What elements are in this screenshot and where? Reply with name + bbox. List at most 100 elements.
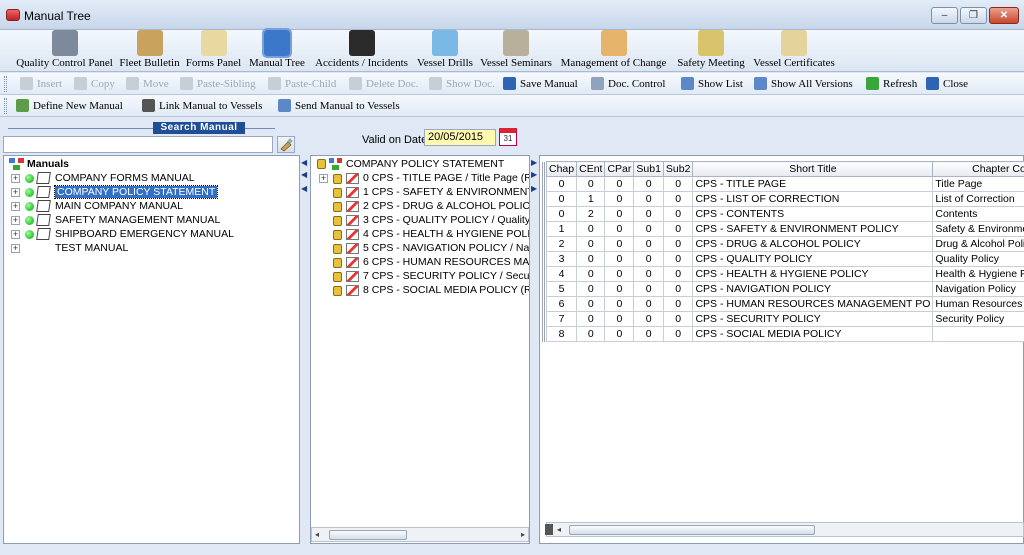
ribbon-fleet-bulletin-button[interactable]: Fleet Bulletin (118, 30, 181, 72)
table-row[interactable]: 0 2 0 0 0 CPS - CONTENTS Contents (546, 206, 1024, 222)
table-cell[interactable]: 6 (546, 296, 578, 312)
doc-tree-item[interactable]: 8 CPS - SOCIAL MEDIA POLICY (Rev.1 (363, 283, 529, 297)
tree-expander[interactable]: + (11, 244, 20, 253)
table-cell[interactable]: 0 (576, 311, 606, 327)
table-cell[interactable]: 0 (576, 266, 606, 282)
table-cell[interactable]: Human Resources Manag (932, 296, 1024, 312)
table-cell[interactable]: Contents (932, 206, 1024, 222)
define-new-manual-button[interactable]: Define New Manual (16, 98, 156, 114)
collapse-left-arrow[interactable]: ◀ (301, 170, 307, 179)
ribbon-forms-panel-button[interactable]: Forms Panel (184, 30, 243, 72)
scroll-left-arrow[interactable]: ◂ (313, 530, 321, 540)
table-cell[interactable]: 0 (576, 221, 606, 237)
ribbon-vessel-drills-button[interactable]: Vessel Drills (415, 30, 475, 72)
table-cell[interactable]: CPS - NAVIGATION POLICY (692, 281, 934, 297)
scroll-thumb[interactable] (329, 530, 407, 540)
show-all-versions-button[interactable]: Show All Versions (754, 76, 854, 92)
collapse-left-arrow[interactable]: ◀ (301, 158, 307, 167)
table-cell[interactable]: 0 (633, 266, 664, 282)
close-button[interactable]: Close (926, 76, 1024, 92)
manual-tree-item[interactable]: MAIN COMPANY MANUAL (55, 199, 183, 213)
table-row[interactable]: 8 0 0 0 0 CPS - SOCIAL MEDIA POLICY (546, 326, 1024, 342)
doc-tree-item[interactable]: 6 CPS - HUMAN RESOURCES MANAG (363, 255, 529, 269)
table-cell[interactable]: 0 (662, 281, 694, 297)
valid-date-input[interactable]: 20/05/2015 (424, 129, 496, 146)
doc-tree-item[interactable]: 5 CPS - NAVIGATION POLICY / Naviga (363, 241, 529, 255)
scroll-right-arrow[interactable]: ▸ (519, 530, 527, 540)
table-row[interactable]: 0 1 0 0 0 CPS - LIST OF CORRECTION List of Cor… (546, 191, 1024, 207)
table-cell[interactable]: 3 (546, 251, 578, 267)
table-cell[interactable]: 0 (604, 266, 635, 282)
tree-expander[interactable]: + (11, 216, 20, 225)
ribbon-quality-control-panel-button[interactable]: Quality Control Panel (13, 30, 116, 72)
grid-column-header[interactable]: Sub1 (633, 161, 664, 177)
collapse-left-arrow[interactable]: ◀ (301, 184, 307, 193)
table-cell[interactable]: Drug & Alcohol Policy (932, 236, 1024, 252)
tree-expander[interactable]: + (11, 202, 20, 211)
table-cell[interactable]: 2 (546, 236, 578, 252)
table-cell[interactable]: 0 (604, 191, 635, 207)
ribbon-safety-meeting-button[interactable]: Safety Meeting (674, 30, 748, 72)
doc-tree-item[interactable]: 0 CPS - TITLE PAGE / Title Page (Rev (363, 171, 529, 185)
table-cell[interactable]: 0 (633, 221, 664, 237)
table-row[interactable]: 3 0 0 0 0 CPS - QUALITY POLICY Quality Policy (546, 251, 1024, 267)
manuals-root-label[interactable]: Manuals (27, 157, 69, 171)
table-cell[interactable]: 0 (604, 296, 635, 312)
table-cell[interactable]: 0 (576, 281, 606, 297)
ribbon-vessel-certificates-button[interactable]: Vessel Certificates (751, 30, 837, 72)
manual-tree-item[interactable]: SAFETY MANAGEMENT MANUAL (55, 213, 220, 227)
table-row[interactable]: 4 0 0 0 0 CPS - HEALTH & HYGIENE POLICY Health… (546, 266, 1024, 282)
table-cell[interactable]: CPS - DRUG & ALCOHOL POLICY (692, 236, 934, 252)
table-cell[interactable]: 0 (662, 266, 694, 282)
manual-tree-item[interactable]: COMPANY FORMS MANUAL (55, 171, 195, 185)
table-cell[interactable]: CPS - SAFETY & ENVIRONMENT POLICY (692, 221, 934, 237)
table-cell[interactable]: 0 (604, 281, 635, 297)
table-cell[interactable]: 0 (633, 176, 664, 192)
grid-column-header[interactable]: CEnt (576, 161, 606, 177)
table-cell[interactable]: 0 (604, 326, 635, 342)
grid-column-header[interactable]: Chapter Co (932, 161, 1024, 177)
table-cell[interactable]: 4 (546, 266, 578, 282)
table-cell[interactable]: 1 (546, 221, 578, 237)
table-cell[interactable]: 0 (546, 191, 578, 207)
toolbar-grip[interactable] (4, 98, 7, 114)
grid-column-header[interactable]: CPar (604, 161, 635, 177)
table-cell[interactable]: 0 (576, 296, 606, 312)
search-input[interactable] (3, 136, 273, 153)
collapse-middle-arrow[interactable]: ▶ (531, 158, 537, 167)
table-row[interactable]: 0 0 0 0 0 CPS - TITLE PAGE Title Page (546, 176, 1024, 192)
table-cell[interactable]: CPS - TITLE PAGE (692, 176, 934, 192)
grid-splitter[interactable] (542, 162, 545, 342)
table-cell[interactable]: CPS - QUALITY POLICY (692, 251, 934, 267)
table-cell[interactable]: 0 (604, 206, 635, 222)
collapse-middle-arrow[interactable]: ▶ (531, 170, 537, 179)
table-cell[interactable]: 0 (662, 251, 694, 267)
table-row[interactable]: 7 0 0 0 0 CPS - SECURITY POLICY Security Polic… (546, 311, 1024, 327)
table-cell[interactable]: 0 (604, 221, 635, 237)
tree-expander[interactable]: + (11, 174, 20, 183)
table-cell[interactable]: Security Policy (932, 311, 1024, 327)
table-cell[interactable]: 0 (633, 206, 664, 222)
table-cell[interactable]: CPS - HUMAN RESOURCES MANAGEMENT PO (692, 296, 934, 312)
maximize-button[interactable]: ❐ (960, 7, 987, 24)
table-cell[interactable]: 0 (633, 191, 664, 207)
table-cell[interactable]: 0 (604, 311, 635, 327)
table-cell[interactable]: 0 (633, 236, 664, 252)
doc-tree-item[interactable]: 2 CPS - DRUG & ALCOHOL POLICY / I (363, 199, 529, 213)
manual-tree-item[interactable]: COMPANY POLICY STATEMENT (53, 185, 219, 199)
table-cell[interactable]: 5 (546, 281, 578, 297)
manual-tree-item[interactable]: SHIPBOARD EMERGENCY MANUAL (55, 227, 234, 241)
ribbon-manual-tree-button[interactable]: Manual Tree (246, 28, 308, 72)
table-cell[interactable]: 0 (576, 176, 606, 192)
table-cell[interactable]: 0 (662, 311, 694, 327)
table-cell[interactable]: 0 (662, 206, 694, 222)
table-cell[interactable]: 0 (576, 236, 606, 252)
link-manual-to-vessels-button[interactable]: Link Manual to Vessels (142, 98, 282, 114)
table-cell[interactable]: Title Page (932, 176, 1024, 192)
table-cell[interactable]: 8 (546, 326, 578, 342)
table-cell[interactable]: 0 (546, 176, 578, 192)
table-cell[interactable]: Navigation Policy (932, 281, 1024, 297)
table-cell[interactable]: 0 (546, 206, 578, 222)
table-cell[interactable]: 0 (662, 326, 694, 342)
send-manual-to-vessels-button[interactable]: Send Manual to Vessels (278, 98, 418, 114)
